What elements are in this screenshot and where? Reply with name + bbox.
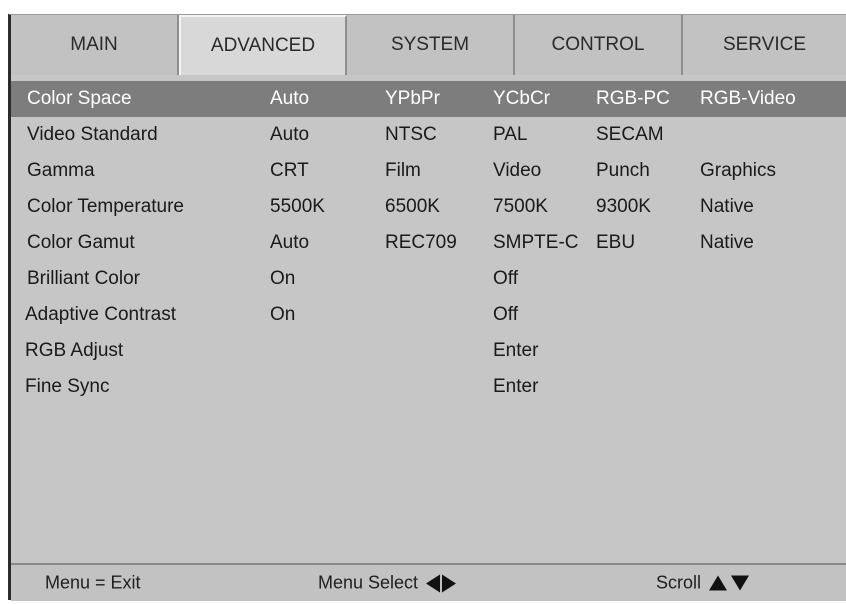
tab-service[interactable]: SERVICE [683, 15, 846, 75]
scroll-hint: Scroll [656, 572, 750, 594]
menu-select-hint: Menu Select [318, 572, 457, 594]
menu-item-label: Color Temperature [27, 196, 185, 217]
option-value[interactable]: RGB-PC [596, 88, 670, 110]
option-value[interactable]: On [270, 268, 295, 290]
menu-item-label: Gamma [27, 160, 95, 181]
option-value[interactable]: 9300K [596, 196, 651, 218]
menu-row-fine-sync[interactable]: Fine Sync Enter [11, 369, 846, 405]
option-value[interactable]: SECAM [596, 124, 664, 146]
menu-row-color-space[interactable]: Color Space Auto YPbPr YCbCr RGB-PC RGB-… [11, 81, 846, 117]
option-value[interactable]: Graphics [700, 160, 776, 182]
tab-main[interactable]: MAIN [11, 15, 179, 75]
menu-row-gamma[interactable]: Gamma CRT Film Video Punch Graphics [11, 153, 846, 189]
menu-item-label: Adaptive Contrast [25, 304, 177, 325]
exit-hint: Menu = Exit [45, 572, 141, 593]
option-value[interactable]: YCbCr [493, 88, 550, 110]
option-value[interactable]: REC709 [385, 232, 457, 254]
option-value[interactable]: PAL [493, 124, 528, 146]
option-value[interactable]: Punch [596, 160, 650, 182]
option-value[interactable]: 5500K [270, 196, 325, 218]
tab-bar: MAIN ADVANCED SYSTEM CONTROL SERVICE [11, 15, 846, 75]
triangle-right-icon [442, 574, 457, 592]
option-value[interactable]: EBU [596, 232, 635, 254]
scroll-label: Scroll [656, 572, 702, 593]
option-value[interactable]: Video [493, 160, 541, 182]
tab-control[interactable]: CONTROL [515, 15, 683, 75]
option-value[interactable]: Native [700, 196, 754, 218]
triangle-up-icon [709, 575, 728, 591]
option-value[interactable]: CRT [270, 160, 309, 182]
option-value[interactable]: 7500K [493, 196, 548, 218]
triangle-down-icon [731, 575, 750, 591]
menu-row-color-gamut[interactable]: Color Gamut Auto REC709 SMPTE-C EBU Nati… [11, 225, 846, 261]
tab-advanced[interactable]: ADVANCED [179, 15, 347, 75]
osd-menu: MAIN ADVANCED SYSTEM CONTROL SERVICE Col… [8, 14, 846, 601]
option-value[interactable]: RGB-Video [700, 88, 796, 110]
tab-system[interactable]: SYSTEM [347, 15, 515, 75]
option-value[interactable]: Off [493, 268, 518, 290]
option-value[interactable]: Auto [270, 232, 309, 254]
option-value[interactable]: YPbPr [385, 88, 440, 110]
menu-row-color-temperature[interactable]: Color Temperature 5500K 6500K 7500K 9300… [11, 189, 846, 225]
menu-item-label: Brilliant Color [27, 268, 140, 289]
menu-row-rgb-adjust[interactable]: RGB Adjust Enter [11, 333, 846, 369]
menu-item-label: Fine Sync [25, 376, 110, 397]
triangle-left-icon [426, 574, 441, 592]
enter-button[interactable]: Enter [493, 340, 538, 362]
footer-hint-bar: Menu = Exit Menu Select Scroll [11, 563, 846, 601]
menu-item-label: Color Gamut [27, 232, 135, 253]
menu-select-label: Menu Select [318, 572, 419, 593]
option-value[interactable]: Film [385, 160, 421, 182]
option-value[interactable]: Off [493, 304, 518, 326]
option-value[interactable]: On [270, 304, 295, 326]
menu-item-label: RGB Adjust [25, 340, 124, 361]
option-value[interactable]: 6500K [385, 196, 440, 218]
option-value[interactable]: Native [700, 232, 754, 254]
menu-item-label: Video Standard [27, 124, 158, 145]
option-value[interactable]: Auto [270, 88, 309, 110]
enter-button[interactable]: Enter [493, 376, 538, 398]
option-value[interactable]: SMPTE-C [493, 232, 579, 254]
menu-item-label: Color Space [27, 88, 132, 109]
option-value[interactable]: Auto [270, 124, 309, 146]
menu-row-brilliant-color[interactable]: Brilliant Color On Off [11, 261, 846, 297]
menu-row-video-standard[interactable]: Video Standard Auto NTSC PAL SECAM [11, 117, 846, 153]
menu-row-adaptive-contrast[interactable]: Adaptive Contrast On Off [11, 297, 846, 333]
option-value[interactable]: NTSC [385, 124, 437, 146]
